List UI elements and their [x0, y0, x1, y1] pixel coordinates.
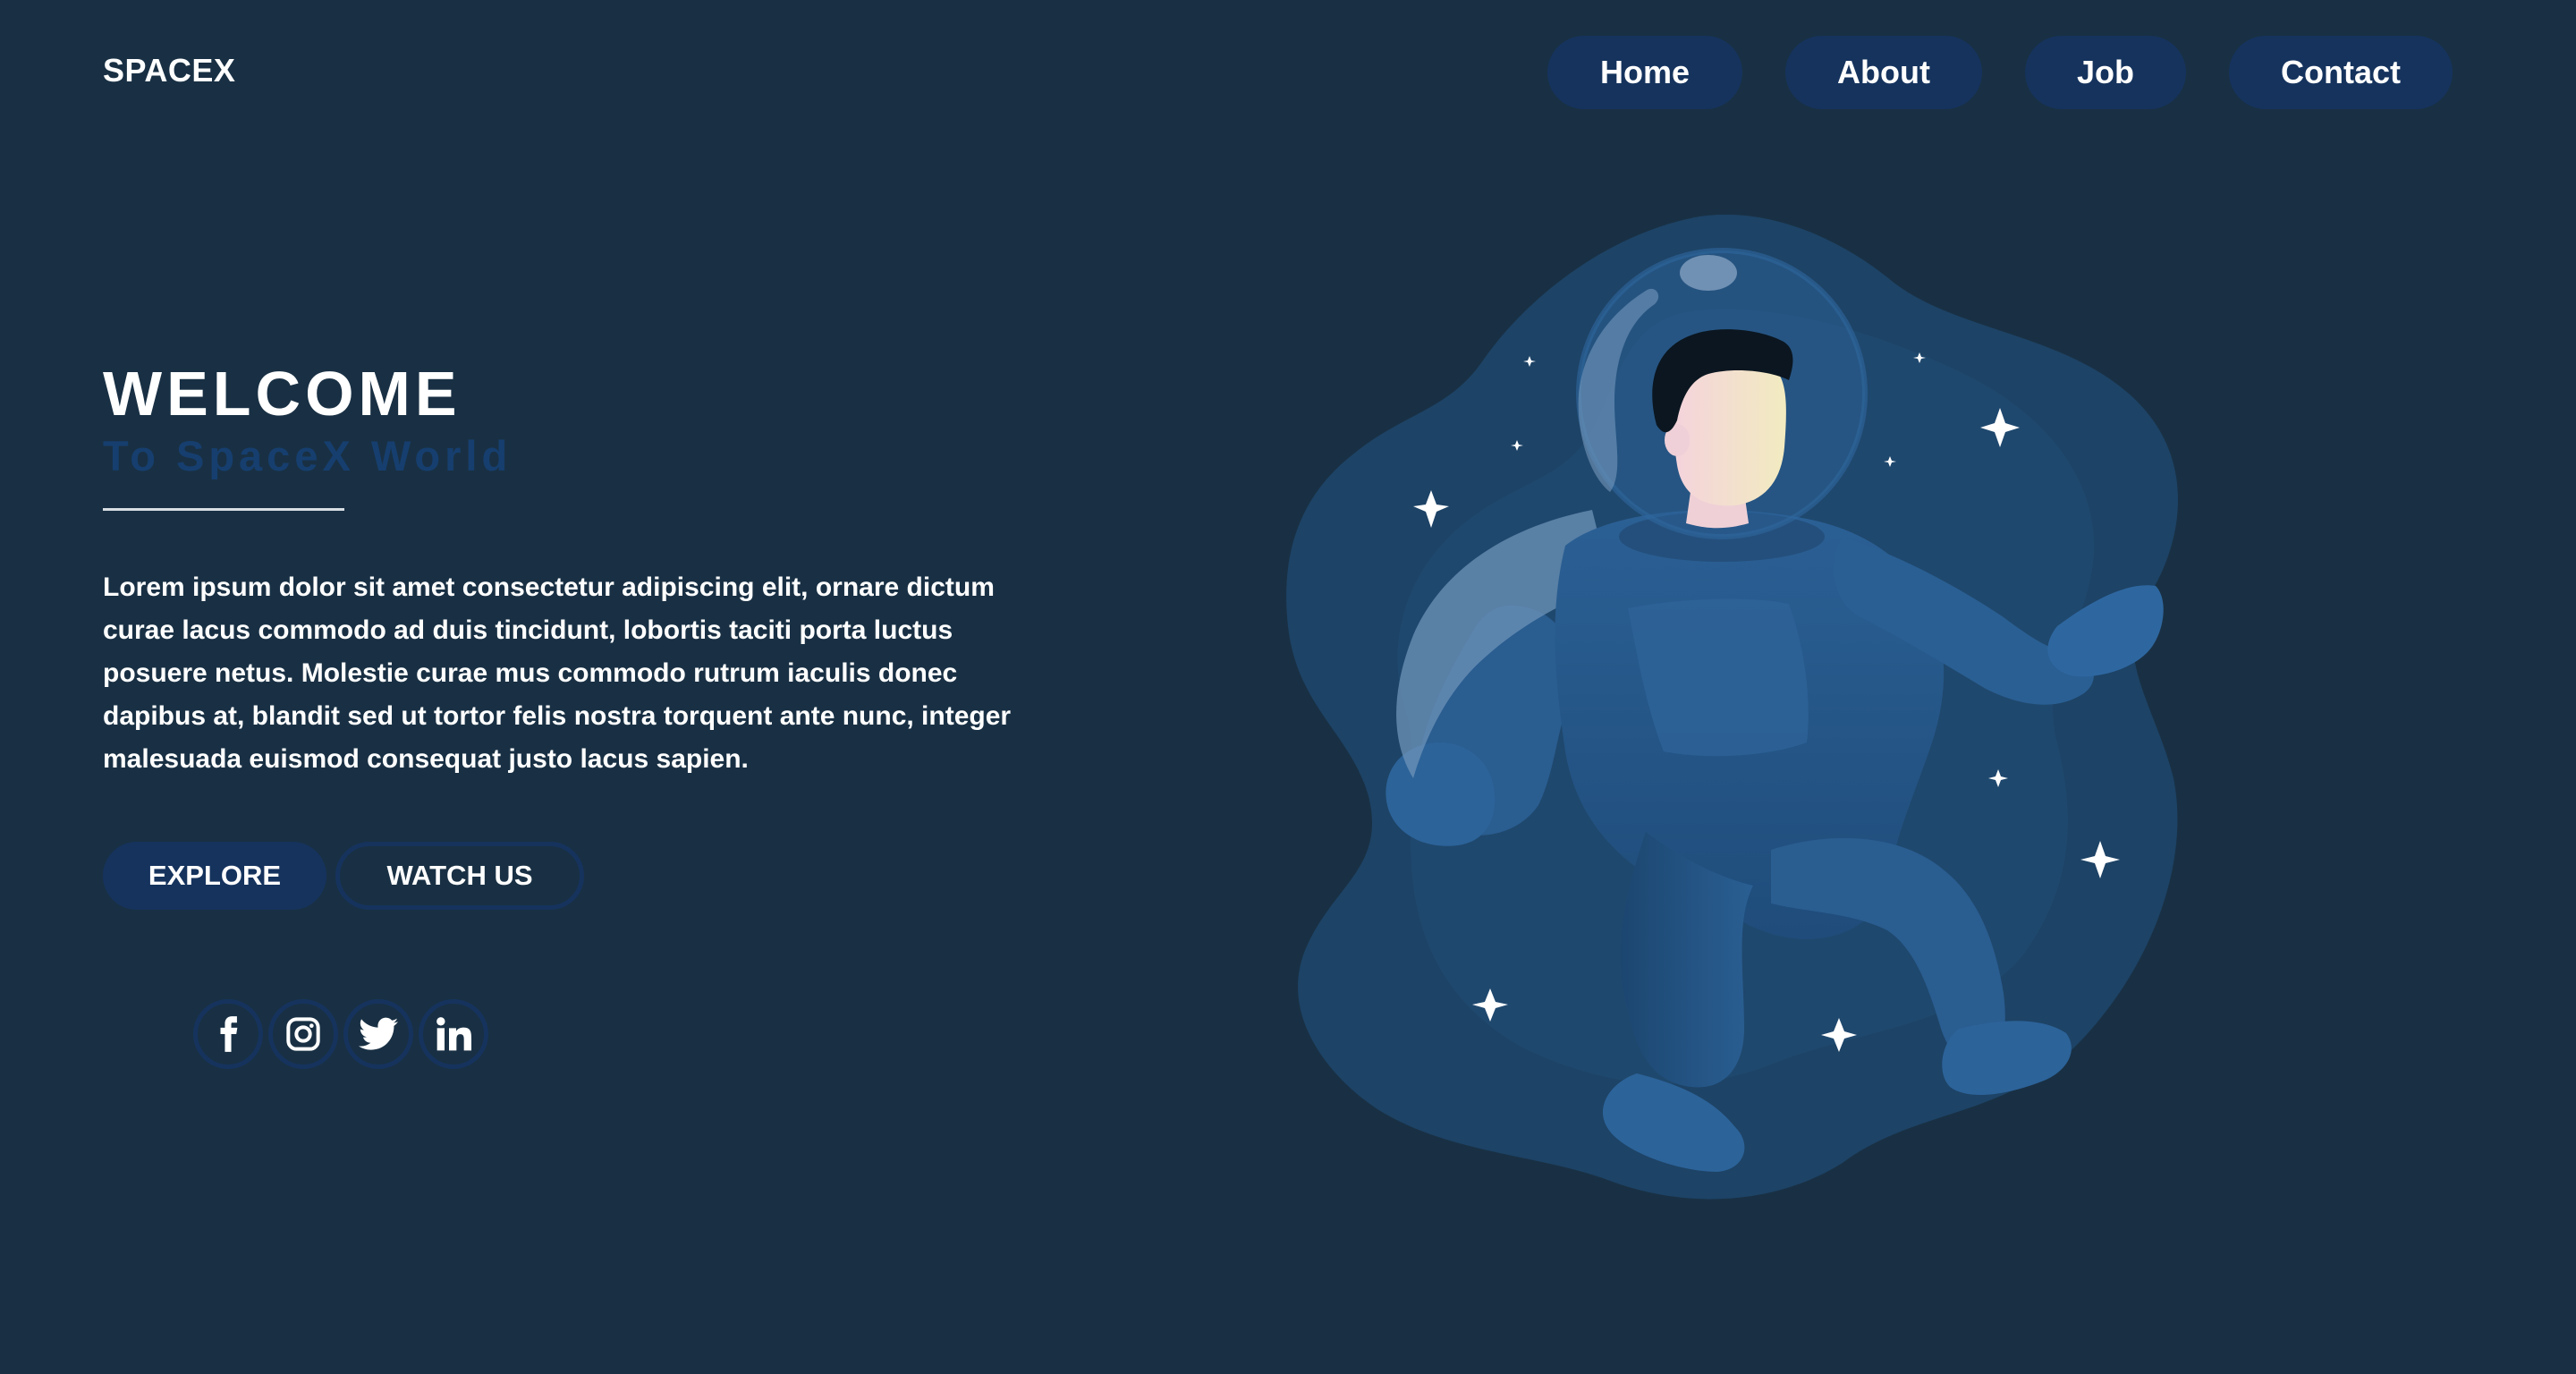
star-icon: [1413, 490, 1449, 528]
cta-buttons: EXPLORE WATCH US: [103, 842, 1051, 910]
linkedin-icon[interactable]: [419, 999, 488, 1069]
title-divider: [103, 508, 344, 511]
watch-us-button[interactable]: WATCH US: [335, 842, 584, 910]
star-icon: [1980, 408, 2020, 447]
hero-subtitle: To SpaceX World: [103, 432, 513, 479]
explore-button[interactable]: EXPLORE: [103, 842, 326, 910]
hero-section: WELCOME To SpaceX World Lorem ipsum dolo…: [103, 358, 1051, 910]
star-icon: [1511, 440, 1523, 451]
star-icon: [1988, 769, 2008, 787]
star-icon: [1913, 352, 1926, 363]
facebook-icon[interactable]: [193, 999, 263, 1069]
nav-contact[interactable]: Contact: [2229, 36, 2453, 109]
nav-job[interactable]: Job: [2025, 36, 2186, 109]
star-icon: [1472, 988, 1508, 1022]
star-icon: [2080, 841, 2120, 878]
landing-page: SPACEX Home About Job Contact WELCOME To…: [0, 0, 2576, 1374]
star-icon: [1821, 1018, 1857, 1052]
star-icon: [1884, 456, 1896, 467]
twitter-icon[interactable]: [343, 999, 413, 1069]
nav-about[interactable]: About: [1785, 36, 1982, 109]
astronaut-illustration: [1270, 206, 2254, 1217]
social-links: [193, 999, 488, 1069]
nav-home[interactable]: Home: [1547, 36, 1742, 109]
main-nav: Home About Job Contact: [1547, 36, 2453, 109]
logo[interactable]: SPACEX: [103, 52, 235, 89]
hero-title: WELCOME: [103, 359, 462, 428]
instagram-icon[interactable]: [268, 999, 338, 1069]
star-icon: [1523, 356, 1536, 367]
hero-body-text: Lorem ipsum dolor sit amet consectetur a…: [103, 572, 1012, 774]
